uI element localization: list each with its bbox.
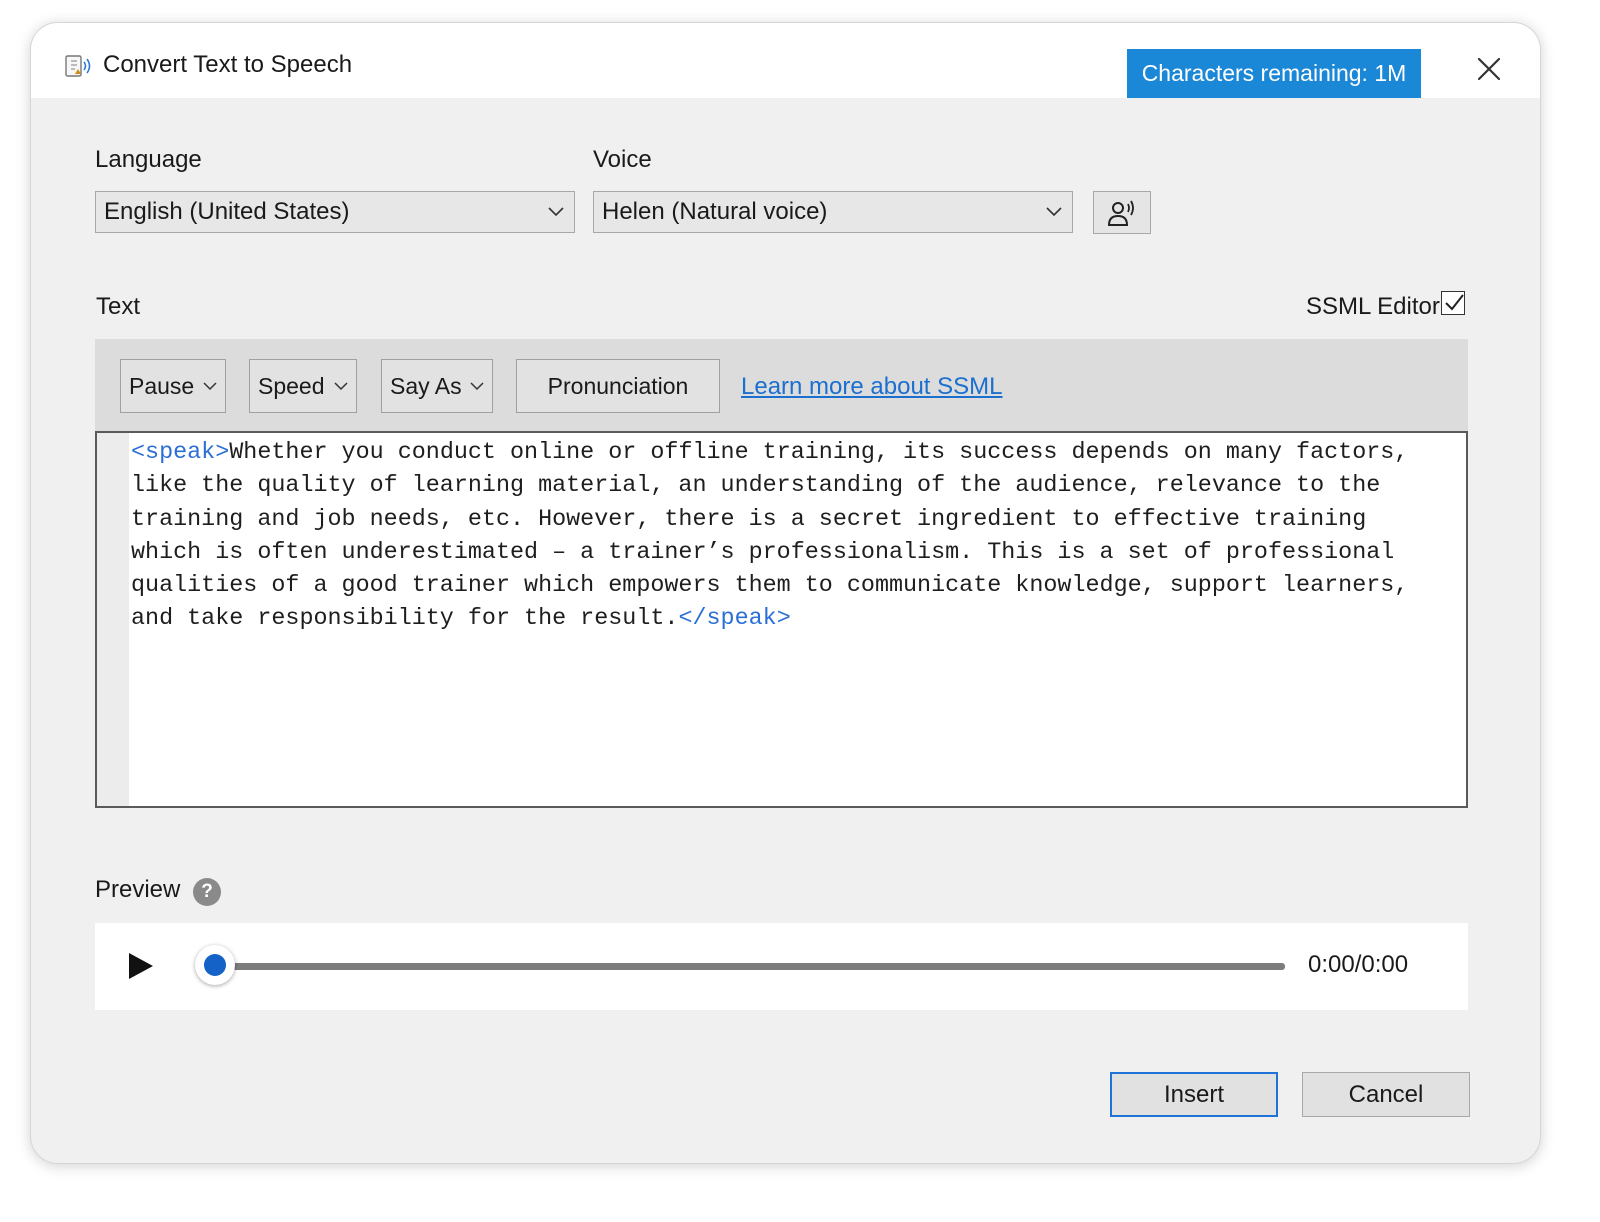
- text-label: Text: [96, 293, 141, 320]
- voice-dropdown[interactable]: Helen (Natural voice): [593, 191, 1073, 233]
- speed-label: Speed: [258, 372, 325, 399]
- speed-dropdown-button[interactable]: Speed: [249, 359, 357, 413]
- ssml-text-editor[interactable]: <speak>Whether you conduct online or off…: [95, 431, 1468, 808]
- pause-label: Pause: [129, 372, 195, 399]
- ssml-editor-label: SSML Editor: [1306, 293, 1440, 320]
- characters-remaining-badge: Characters remaining: 1M: [1127, 49, 1421, 98]
- dialog-title: Convert Text to Speech: [103, 51, 353, 78]
- insert-button[interactable]: Insert: [1110, 1072, 1278, 1117]
- voice-label: Voice: [593, 146, 652, 173]
- cancel-button[interactable]: Cancel: [1302, 1072, 1470, 1117]
- pronunciation-label: Pronunciation: [547, 372, 689, 399]
- playback-time: 0:00/0:00: [1308, 951, 1409, 978]
- speak-close-tag: </speak>: [678, 606, 791, 633]
- voice-settings-icon: [1107, 200, 1134, 226]
- close-icon[interactable]: [1471, 51, 1507, 87]
- title-bar: Convert Text to Speech Characters remain…: [31, 23, 1540, 98]
- pronunciation-button[interactable]: Pronunciation: [516, 359, 720, 413]
- preview-label: Preview: [95, 876, 181, 903]
- speech-text: Whether you conduct online or offline tr…: [131, 440, 1423, 633]
- chevron-down-icon: [1046, 207, 1062, 217]
- say-as-label: Say As: [390, 372, 462, 399]
- ssml-toolbar: Pause Speed Say As Pronunciation Learn m…: [95, 339, 1468, 433]
- progress-slider-thumb[interactable]: [195, 945, 235, 985]
- language-dropdown[interactable]: English (United States): [95, 191, 575, 233]
- say-as-dropdown-button[interactable]: Say As: [381, 359, 493, 413]
- chevron-down-icon: [334, 382, 348, 391]
- progress-track[interactable]: [213, 963, 1285, 970]
- convert-text-to-speech-dialog: Convert Text to Speech Characters remain…: [30, 22, 1541, 1164]
- ssml-code: <speak>Whether you conduct online or off…: [131, 437, 1421, 637]
- chevron-down-icon: [470, 382, 484, 391]
- checkmark-icon: [1445, 294, 1464, 311]
- slider-thumb-dot: [204, 954, 226, 976]
- language-selected-value: English (United States): [104, 198, 350, 225]
- help-icon[interactable]: ?: [193, 878, 221, 906]
- language-label: Language: [95, 146, 202, 173]
- chevron-down-icon: [548, 207, 564, 217]
- speak-open-tag: <speak>: [131, 440, 230, 466]
- audio-preview-player: 0:00/0:00: [95, 923, 1468, 1010]
- voice-selected-value: Helen (Natural voice): [602, 198, 828, 225]
- pause-dropdown-button[interactable]: Pause: [120, 359, 226, 413]
- voice-settings-button[interactable]: [1093, 191, 1151, 234]
- chevron-down-icon: [203, 382, 217, 391]
- text-to-speech-icon: [65, 55, 91, 77]
- editor-gutter: [97, 433, 129, 806]
- learn-more-ssml-link[interactable]: Learn more about SSML: [741, 373, 1002, 401]
- play-icon[interactable]: [123, 949, 157, 983]
- ssml-editor-checkbox[interactable]: [1441, 291, 1465, 315]
